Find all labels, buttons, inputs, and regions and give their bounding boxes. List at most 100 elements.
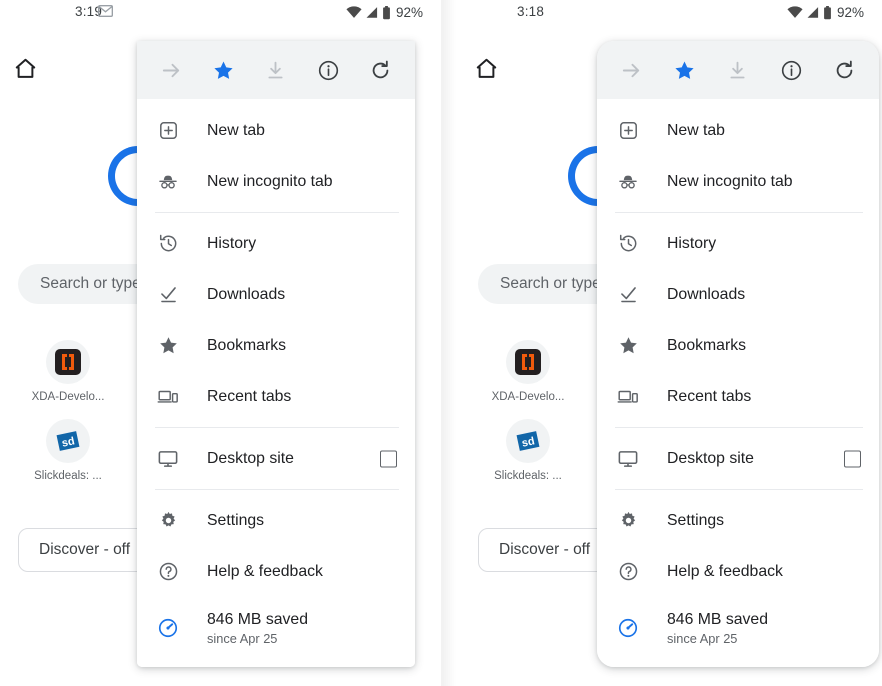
- incognito-icon: [615, 171, 641, 193]
- discover-label: Discover - off: [499, 541, 591, 558]
- menu-item-settings[interactable]: Settings: [597, 495, 879, 546]
- data-saver-text: 846 MB saved since Apr 25: [667, 610, 768, 647]
- menu-divider: [615, 489, 863, 490]
- info-icon[interactable]: [307, 49, 349, 91]
- recent-tabs-icon: [155, 386, 181, 408]
- history-icon: [615, 233, 641, 254]
- menu-divider: [155, 427, 399, 428]
- reload-icon[interactable]: [823, 49, 865, 91]
- menu-item-label: Help & feedback: [207, 562, 323, 580]
- desktop-site-checkbox[interactable]: [380, 450, 397, 467]
- menu-item-data-saver[interactable]: 846 MB saved since Apr 25: [137, 597, 415, 659]
- forward-arrow-icon[interactable]: [150, 49, 192, 91]
- search-placeholder: Search or type: [40, 275, 141, 292]
- menu-item-label: Downloads: [207, 285, 286, 303]
- desktop-site-icon: [615, 448, 641, 470]
- home-icon[interactable]: [474, 56, 499, 81]
- slickdeals-icon: sd: [506, 419, 550, 463]
- desktop-site-icon: [155, 448, 181, 470]
- phone-panel-right: 3:18 92% Search or type XDA-Develo... sd…: [441, 0, 882, 686]
- menu-item-history[interactable]: History: [137, 218, 415, 269]
- xda-icon: [506, 340, 550, 384]
- forward-arrow-icon[interactable]: [611, 49, 653, 91]
- menu-item-label: History: [207, 234, 257, 252]
- star-icon[interactable]: [664, 49, 706, 91]
- search-placeholder: Search or type: [500, 275, 601, 292]
- menu-item-label: Recent tabs: [667, 387, 752, 405]
- wifi-icon: [787, 6, 803, 18]
- reload-icon[interactable]: [360, 49, 402, 91]
- data-saver-subtitle: since Apr 25: [667, 630, 738, 646]
- menu-item-new-tab[interactable]: New tab: [597, 105, 879, 156]
- menu-item-new-tab[interactable]: New tab: [137, 105, 415, 156]
- tile-xda[interactable]: XDA-Develo...: [474, 340, 582, 403]
- menu-item-recent-tabs[interactable]: Recent tabs: [597, 371, 879, 422]
- menu-item-label: Bookmarks: [207, 336, 287, 354]
- menu-divider: [155, 489, 399, 490]
- phone-screen: 3:19 92% Search or type XDA-Develo... sd…: [0, 0, 441, 686]
- desktop-site-checkbox[interactable]: [844, 450, 861, 467]
- status-indicators: 92%: [346, 5, 423, 20]
- menu-item-label: New incognito tab: [207, 172, 333, 190]
- menu-item-label: Desktop site: [667, 449, 754, 467]
- status-time: 3:18: [517, 4, 545, 19]
- gmail-icon: [98, 5, 113, 17]
- settings-gear-icon: [155, 510, 181, 531]
- data-saver-title: 846 MB saved: [667, 610, 768, 628]
- menu-item-settings[interactable]: Settings: [137, 495, 415, 546]
- menu-item-downloads[interactable]: Downloads: [597, 269, 879, 320]
- menu-item-new-incognito-tab[interactable]: New incognito tab: [597, 156, 879, 207]
- tile-slickdeals[interactable]: sd Slickdeals: ...: [14, 419, 122, 482]
- menu-list: New tab New incognito tab History Downlo…: [597, 99, 879, 667]
- xda-icon: [46, 340, 90, 384]
- data-saver-title: 846 MB saved: [207, 610, 308, 628]
- menu-item-label: Desktop site: [207, 449, 294, 467]
- status-bar: 3:18 92%: [442, 0, 882, 28]
- star-icon[interactable]: [203, 49, 245, 91]
- menu-item-history[interactable]: History: [597, 218, 879, 269]
- new-tab-icon: [615, 120, 641, 141]
- data-saver-text: 846 MB saved since Apr 25: [207, 610, 308, 647]
- menu-divider: [615, 212, 863, 213]
- status-indicators: 92%: [787, 5, 864, 20]
- menu-item-desktop-site[interactable]: Desktop site: [597, 433, 879, 484]
- menu-item-label: Bookmarks: [667, 336, 747, 354]
- menu-item-help-feedback[interactable]: Help & feedback: [137, 546, 415, 597]
- menu-item-label: New incognito tab: [667, 172, 793, 190]
- download-icon[interactable]: [717, 49, 759, 91]
- menu-item-new-incognito-tab[interactable]: New incognito tab: [137, 156, 415, 207]
- incognito-icon: [155, 171, 181, 193]
- signal-icon: [807, 7, 819, 18]
- tile-label: XDA-Develo...: [491, 391, 565, 403]
- menu-item-recent-tabs[interactable]: Recent tabs: [137, 371, 415, 422]
- menu-item-bookmarks[interactable]: Bookmarks: [137, 320, 415, 371]
- help-icon: [155, 561, 181, 582]
- battery-percent: 92%: [395, 5, 423, 20]
- menu-item-label: Recent tabs: [207, 387, 292, 405]
- menu-item-data-saver[interactable]: 846 MB saved since Apr 25: [597, 597, 879, 659]
- menu-item-label: New tab: [667, 121, 725, 139]
- home-icon[interactable]: [13, 56, 38, 81]
- menu-item-label: Settings: [207, 511, 265, 529]
- battery-icon: [824, 5, 831, 19]
- menu-item-help-feedback[interactable]: Help & feedback: [597, 546, 879, 597]
- signal-icon: [366, 7, 378, 18]
- data-saver-gauge-icon: [155, 617, 181, 639]
- history-icon: [155, 233, 181, 254]
- info-icon[interactable]: [770, 49, 812, 91]
- menu-toolbar: [597, 41, 879, 99]
- status-bar: 3:19 92%: [0, 0, 441, 28]
- menu-item-label: History: [667, 234, 717, 252]
- download-icon[interactable]: [255, 49, 297, 91]
- menu-toolbar: [137, 41, 415, 99]
- tile-slickdeals[interactable]: sd Slickdeals: ...: [474, 419, 582, 482]
- new-tab-icon: [155, 120, 181, 141]
- discover-label: Discover - off: [39, 541, 131, 558]
- data-saver-subtitle: since Apr 25: [207, 630, 278, 646]
- bookmarks-star-icon: [615, 335, 641, 356]
- menu-item-bookmarks[interactable]: Bookmarks: [597, 320, 879, 371]
- tile-xda[interactable]: XDA-Develo...: [14, 340, 122, 403]
- screenshot-stage: 3:19 92% Search or type XDA-Develo... sd…: [0, 0, 882, 686]
- menu-item-desktop-site[interactable]: Desktop site: [137, 433, 415, 484]
- menu-item-downloads[interactable]: Downloads: [137, 269, 415, 320]
